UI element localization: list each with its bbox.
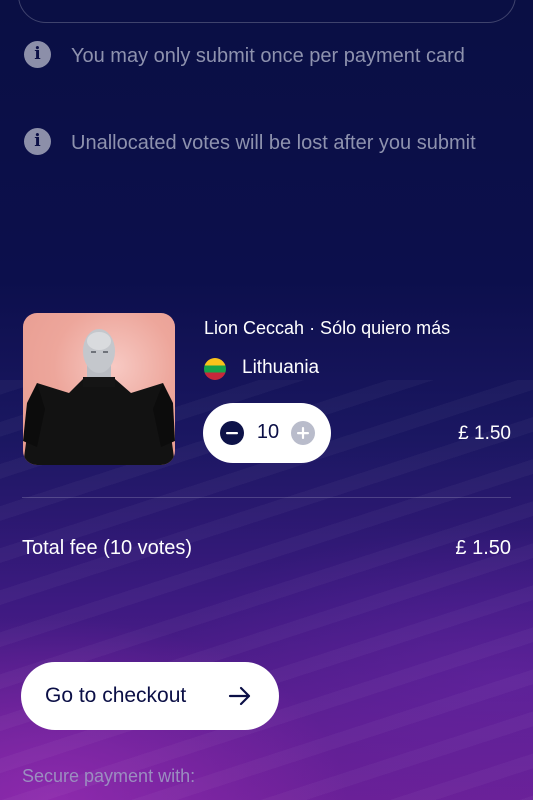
secure-payment-label: Secure payment with:	[22, 766, 196, 786]
entry-title: Lion Ceccah · Sólo quiero más	[204, 318, 451, 338]
arrow-right-icon	[228, 686, 252, 706]
info-icon: i	[24, 128, 51, 155]
vote-quantity-stepper: 10	[203, 403, 331, 463]
entry-country: Lithuania	[242, 357, 320, 378]
notice-text: You may only submit once per payment car…	[71, 45, 465, 67]
checkout-button-label: Go to checkout	[45, 684, 187, 707]
lithuania-flag-icon	[204, 358, 226, 380]
notice-text: Unallocated votes will be lost after you…	[71, 132, 476, 154]
total-fee-amount: £ 1.50	[455, 537, 511, 559]
vote-count: 10	[256, 421, 280, 443]
artist-photo	[23, 313, 175, 465]
top-card-edge	[18, 0, 516, 23]
info-icon: i	[24, 41, 51, 68]
total-fee-label: Total fee (10 votes)	[22, 537, 193, 559]
plus-icon[interactable]	[291, 421, 315, 445]
minus-icon[interactable]	[220, 421, 244, 445]
divider	[22, 497, 511, 498]
entry-price: £ 1.50	[458, 423, 511, 444]
go-to-checkout-button[interactable]: Go to checkout	[21, 662, 279, 730]
